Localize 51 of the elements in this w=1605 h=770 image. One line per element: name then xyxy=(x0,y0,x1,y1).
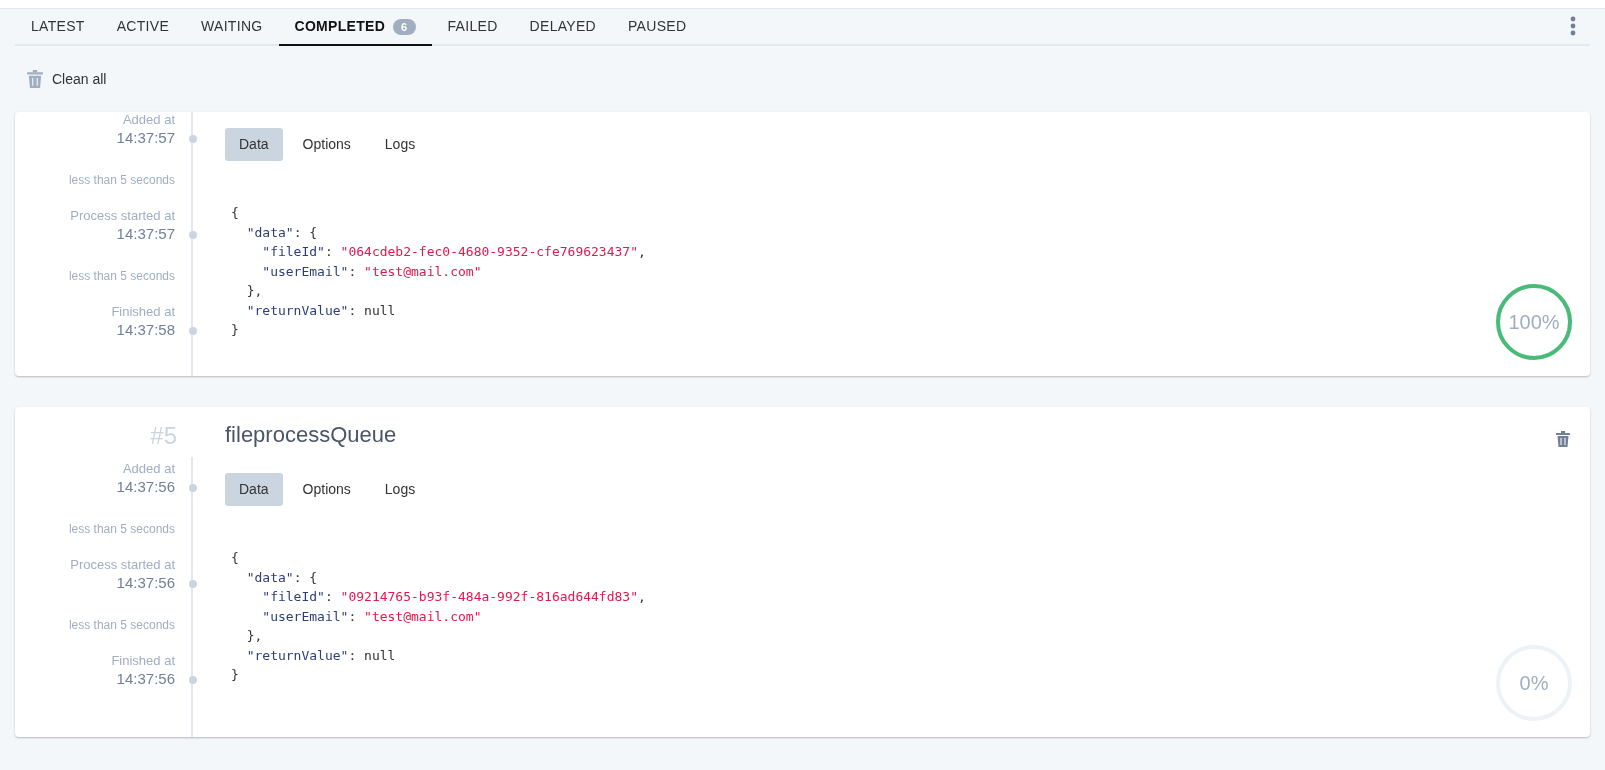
code-line: "returnValue": null xyxy=(245,301,396,320)
code-line: }, xyxy=(245,627,263,645)
duration-label: less than 5 seconds xyxy=(68,521,175,537)
event-label: Process started at xyxy=(70,208,175,224)
count-badge: 6 xyxy=(393,18,416,35)
more-menu-icon[interactable] xyxy=(1570,16,1576,36)
code-line: { xyxy=(231,204,239,222)
detail-tab[interactable]: Logs xyxy=(370,473,430,506)
event-time: 14:37:56 xyxy=(116,477,175,497)
code-line: "fileId": "09214765-b93f-484a-992f-816ad644fd83", xyxy=(261,588,646,606)
event-label: Added at xyxy=(122,112,175,128)
status-tab[interactable]: ACTIVE xyxy=(100,9,186,46)
code-line: "data": { xyxy=(245,223,318,242)
detail-tab[interactable]: Logs xyxy=(370,128,430,161)
duration-label: less than 5 seconds xyxy=(68,617,175,633)
status-tab[interactable]: DELAYED xyxy=(513,9,612,46)
status-tab[interactable]: PAUSED xyxy=(612,9,703,46)
code-line: "returnValue": null xyxy=(245,646,396,665)
event-time: 14:37:56 xyxy=(116,669,175,689)
detail-tab[interactable]: Options xyxy=(288,473,365,506)
status-tab[interactable]: FAILED xyxy=(431,9,514,46)
event-label: Finished at xyxy=(111,653,175,669)
event-time: 14:37:57 xyxy=(116,128,175,148)
detail-tab[interactable]: Data xyxy=(225,128,283,161)
status-tab[interactable]: WAITING xyxy=(185,9,279,46)
code-line: "userEmail": "test@mail.com" xyxy=(261,262,482,281)
progress-reading: 0% xyxy=(1518,671,1550,696)
detail-tab[interactable]: Options xyxy=(288,128,365,161)
duration-label: less than 5 seconds xyxy=(68,268,175,284)
event-time: 14:37:58 xyxy=(116,320,175,340)
code-line: } xyxy=(231,666,239,684)
trash-icon[interactable] xyxy=(27,70,43,88)
event-label: Added at xyxy=(122,461,175,477)
event-time: 14:37:57 xyxy=(116,224,175,244)
delete-icon[interactable] xyxy=(1556,431,1570,447)
duration-label: less than 5 seconds xyxy=(68,172,175,188)
status-tab[interactable]: COMPLETED 6 xyxy=(278,9,432,46)
clean-all-button[interactable]: Clean all xyxy=(27,68,107,90)
queue-name: fileprocessQueue xyxy=(225,421,397,449)
status-tab[interactable]: LATEST xyxy=(15,9,101,46)
event-time: 14:37:56 xyxy=(116,573,175,593)
code-line: "fileId": "064cdeb2-fec0-4680-9352-cfe769623437", xyxy=(261,243,646,261)
event-label: Finished at xyxy=(111,304,175,320)
code-line: }, xyxy=(245,282,263,300)
code-line: } xyxy=(231,321,239,339)
code-line: "userEmail": "test@mail.com" xyxy=(261,607,482,626)
event-label: Process started at xyxy=(70,557,175,573)
detail-tab[interactable]: Data xyxy=(225,473,283,506)
code-line: { xyxy=(231,549,239,567)
code-line: "data": { xyxy=(245,568,318,587)
progress-reading: 100% xyxy=(1507,310,1561,335)
